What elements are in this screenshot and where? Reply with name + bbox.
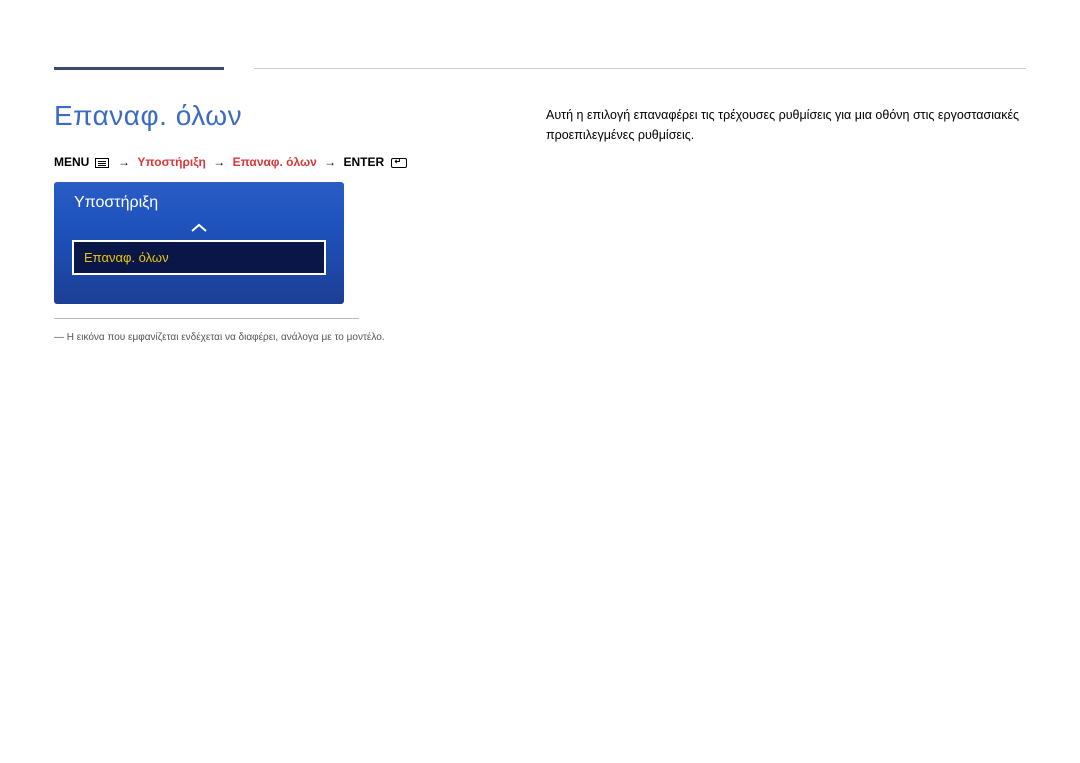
breadcrumb-arrow: → — [118, 155, 130, 169]
enter-icon — [391, 158, 407, 168]
breadcrumb-enter-label: ENTER — [343, 155, 384, 169]
osd-item-label: Επαναφ. όλων — [84, 250, 169, 265]
menu-icon — [95, 158, 109, 168]
description-text: Αυτή η επιλογή επαναφέρει τις τρέχουσες … — [546, 105, 1026, 145]
breadcrumb: MENU → Υποστήριξη → Επαναφ. όλων → ENTER — [54, 155, 407, 169]
page-title: Επαναφ. όλων — [54, 100, 242, 132]
osd-panel-title: Υποστήριξη — [54, 182, 344, 220]
chevron-up-icon — [190, 220, 208, 238]
osd-footer-divider — [54, 318, 359, 319]
breadcrumb-reset: Επαναφ. όλων — [233, 155, 317, 169]
breadcrumb-arrow: → — [213, 155, 225, 169]
breadcrumb-arrow: → — [324, 155, 336, 169]
osd-chevron-up-row[interactable] — [54, 220, 344, 236]
footnote-text: ― Η εικόνα που εμφανίζεται ενδέχεται να … — [54, 332, 385, 343]
header-divider — [254, 68, 1026, 69]
breadcrumb-support: Υποστήριξη — [137, 155, 206, 169]
breadcrumb-menu-label: MENU — [54, 155, 89, 169]
osd-panel: Υποστήριξη Επαναφ. όλων — [54, 182, 344, 304]
header-accent-bar — [54, 67, 224, 70]
osd-item-reset-all[interactable]: Επαναφ. όλων — [72, 240, 326, 275]
